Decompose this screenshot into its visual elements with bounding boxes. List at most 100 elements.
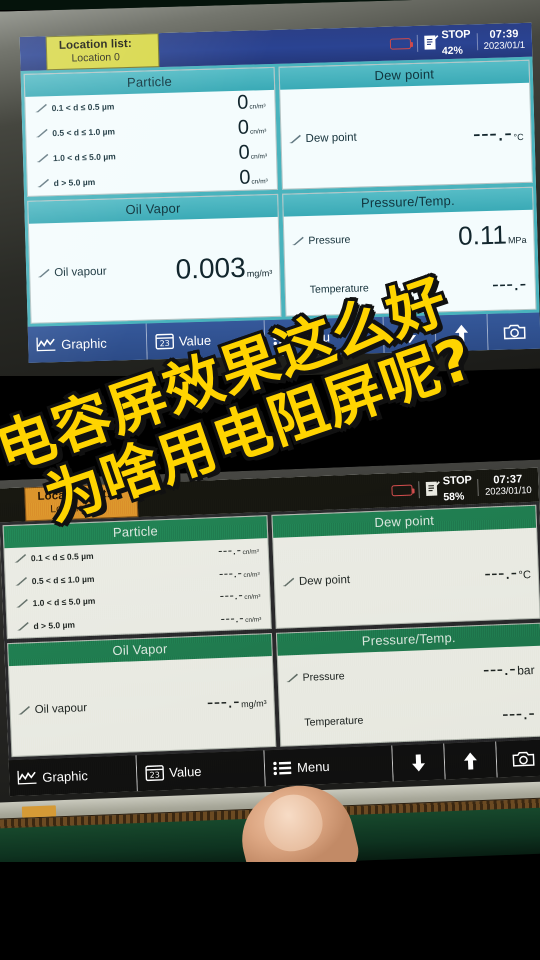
measurement-label: 0.1 < d ≤ 0.5 µm [30, 551, 94, 564]
arrow-down-icon [402, 325, 418, 344]
location-list-title: Location list: [58, 38, 133, 53]
measurement-label: Oil vapour [54, 265, 107, 279]
resistive-analyzer-device: Location list: Location 0 STOP 58% 07:37… [0, 459, 540, 811]
toolbar-button-graphic[interactable]: Graphic [8, 755, 138, 797]
toolbar-button-scroll-down[interactable] [383, 315, 437, 353]
clock: 07:37 2023/01/10 [485, 474, 534, 498]
screenshot-stage: Location list: Location 0 STOP 42% 07:39… [0, 0, 540, 960]
measurement-value: ---.- [218, 564, 243, 581]
panel-body-dew-point: Dew point ---.- °C [273, 528, 539, 628]
measurement-value-group: 0 cn/m³ [237, 92, 266, 114]
toolbar-button-menu[interactable]: Menu [264, 316, 385, 357]
panels-area: Particle 0.1 < d ≤ 0.5 µm 0 cn/m³ 0.5 < … [20, 56, 540, 327]
measurement-value-group: 0 cn/m³ [238, 166, 268, 189]
panel-row-2: Oil Vapor Oil vapour ---.- mg/m³ Pressur… [7, 622, 540, 758]
panel-particle[interactable]: Particle 0.1 < d ≤ 0.5 µm ---.- cn/m³ 0.… [2, 515, 272, 640]
measurement-value-group: ---.- cn/m³ [220, 610, 262, 626]
capacitive-screen: Location list: Location 0 STOP 42% 07:39… [19, 22, 540, 363]
pencil-icon [34, 100, 47, 118]
measurement-unit: cn/m³ [243, 570, 260, 579]
pencil-icon [36, 174, 50, 192]
status-divider [417, 480, 420, 498]
measurement-label: Dew point [298, 573, 351, 588]
record-document-icon [425, 480, 441, 497]
toolbar-button-value[interactable]: 23 Value [136, 750, 266, 792]
measurement-value: 0 [237, 116, 250, 140]
status-divider-2 [477, 478, 480, 496]
measurement-value: ---.- [217, 542, 242, 559]
pencil-icon [15, 595, 29, 613]
panel-pressure-temp[interactable]: Pressure/Temp. Pressure 0.11 MPa Tempera… [282, 186, 537, 317]
resistive-screen: Location list: Location 0 STOP 58% 07:37… [0, 467, 540, 797]
toolbar-button-graphic[interactable]: Graphic [27, 323, 148, 363]
toolbar-button-value[interactable]: 23 Value [146, 320, 266, 360]
panel-oil-vapor[interactable]: Oil Vapor Oil vapour ---.- mg/m³ [7, 633, 277, 758]
panels-area: Particle 0.1 < d ≤ 0.5 µm ---.- cn/m³ 0.… [0, 501, 540, 761]
measurement-row[interactable]: Oil vapour ---.- mg/m³ [9, 656, 275, 756]
pencil-icon [288, 130, 301, 148]
toolbar-button-scroll-down[interactable] [392, 743, 446, 782]
location-list-box[interactable]: Location list: Location 0 [24, 483, 139, 521]
toolbar-label: Value [178, 332, 212, 349]
measurement-row[interactable]: Oil vapour 0.003 mg/m³ [29, 217, 281, 323]
measurement-label: Temperature [304, 714, 364, 729]
measurement-value-group: 0.003 mg/m³ [175, 251, 272, 286]
measurement-label: Temperature [309, 282, 369, 297]
toolbar-button-scroll-up[interactable] [444, 741, 498, 780]
measurement-value-group: 0 cn/m³ [237, 116, 267, 140]
location-list-box[interactable]: Location list: Location 0 [45, 33, 160, 70]
measurement-value: ---.- [482, 658, 517, 681]
panel-body-particle: 0.1 < d ≤ 0.5 µm ---.- cn/m³ 0.5 < d ≤ 1… [4, 538, 270, 638]
measurement-value: ---.- [206, 691, 241, 714]
measurement-value-group: ---.- °C [484, 562, 531, 586]
measurement-label: 0.5 < d ≤ 1.0 µm [31, 573, 95, 586]
pencil-icon [14, 572, 28, 590]
measurement-row[interactable]: Dew point ---.- °C [273, 528, 539, 628]
toolbar-label: Menu [297, 328, 331, 345]
panel-dew-point[interactable]: Dew point Dew point ---.- °C [271, 504, 540, 629]
measurement-value: ---.- [219, 587, 244, 604]
measurement-label: 1.0 < d ≤ 5.0 µm [52, 151, 116, 163]
measurement-label: d > 5.0 µm [33, 619, 76, 631]
record-percent-label: 58% [443, 490, 465, 504]
measurement-unit: cn/m³ [245, 615, 262, 624]
measurement-value: ---.- [491, 272, 528, 296]
panel-particle[interactable]: Particle 0.1 < d ≤ 0.5 µm 0 cn/m³ 0.5 < … [23, 66, 278, 197]
toolbar-button-screenshot[interactable] [496, 739, 540, 778]
panel-dew-point[interactable]: Dew point Dew point ---.- °C [278, 59, 533, 190]
measurement-label: Pressure [308, 233, 351, 247]
measurement-row[interactable]: Pressure 0.11 MPa [284, 210, 534, 266]
toolbar-button-screenshot[interactable] [487, 312, 540, 351]
measurement-unit: cn/m³ [249, 103, 266, 111]
measurement-value: 0 [238, 166, 251, 189]
graph-line-icon [17, 769, 38, 786]
record-state-label: STOP [441, 28, 471, 42]
measurement-label: 0.1 < d ≤ 0.5 µm [51, 101, 115, 114]
panel-body-oil-vapor: Oil vapour 0.003 mg/m³ [29, 217, 281, 323]
measurement-value-group: ---.- cn/m³ [219, 587, 261, 604]
battery-icon [390, 484, 413, 496]
measurement-unit: cn/m³ [251, 177, 268, 186]
arrow-up-icon [463, 751, 479, 771]
panel-row-2: Oil Vapor Oil vapour 0.003 mg/m³ Pressur… [27, 186, 537, 324]
measurement-unit: °C [518, 569, 532, 582]
measurement-value-group: ---.- [502, 702, 537, 725]
toolbar-button-scroll-up[interactable] [435, 314, 489, 352]
measurement-value-group: 0 cn/m³ [238, 141, 267, 163]
toolbar-label: Menu [296, 758, 330, 775]
panel-pressure-temp[interactable]: Pressure/Temp. Pressure ---.- bar Temper… [275, 622, 540, 747]
pencil-icon [285, 669, 299, 687]
camera-icon [502, 322, 526, 340]
measurement-row[interactable]: Dew point ---.- °C [280, 83, 532, 189]
measurement-row[interactable]: Temperature ---.- [280, 691, 540, 746]
panel-oil-vapor[interactable]: Oil Vapor Oil vapour 0.003 mg/m³ [27, 193, 282, 324]
pencil-icon [14, 550, 28, 568]
measurement-row[interactable]: Temperature ---.- [285, 259, 535, 315]
panel-body-pressure-temp: Pressure 0.11 MPa Temperature ---.- [284, 210, 536, 316]
measurement-value-group: ---.- cn/m³ [218, 564, 260, 581]
location-list-value: Location 0 [50, 501, 99, 515]
list-menu-icon [273, 760, 293, 776]
measurement-unit: cn/m³ [244, 593, 261, 602]
ribbon-cable-tab [21, 805, 57, 818]
capacitive-analyzer-device: Location list: Location 0 STOP 42% 07:39… [0, 0, 540, 384]
